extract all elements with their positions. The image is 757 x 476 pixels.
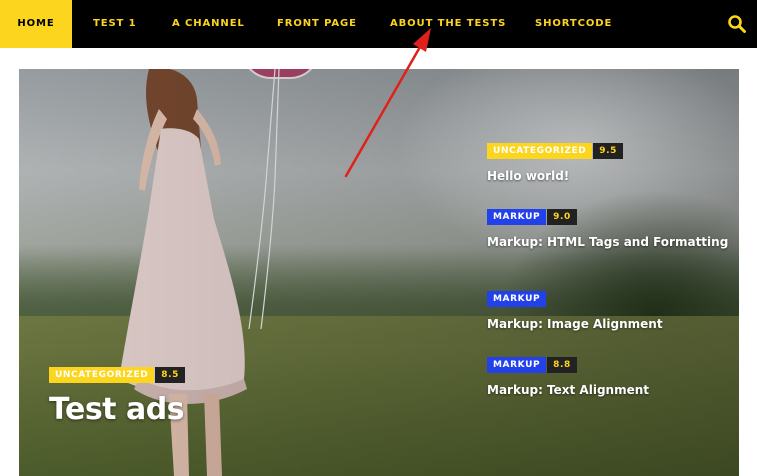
score-badge: 9.5: [593, 143, 624, 159]
featured-post[interactable]: UNCATEGORIZED 8.5 Test ads: [49, 367, 186, 427]
nav-item-about-the-tests[interactable]: ABOUT THE TESTS: [390, 0, 506, 48]
nav-item-test-1[interactable]: TEST 1: [93, 0, 137, 48]
post-title[interactable]: Markup: Image Alignment: [487, 316, 737, 332]
nav-item-shortcode[interactable]: SHORTCODE: [535, 0, 612, 48]
category-badge[interactable]: MARKUP: [487, 291, 547, 307]
post-title[interactable]: Hello world!: [487, 168, 737, 184]
featured-hero-image[interactable]: UNCATEGORIZED 8.5 Test ads UNCATEGORIZED 9…: [19, 69, 739, 476]
search-button[interactable]: [727, 14, 747, 34]
list-item[interactable]: MARKUP 8.8 Markup: Text Alignment: [487, 357, 737, 398]
category-badge[interactable]: MARKUP: [487, 209, 547, 225]
nav-item-front-page[interactable]: FRONT PAGE: [277, 0, 357, 48]
nav-item-home[interactable]: HOME: [0, 0, 72, 48]
post-title[interactable]: Markup: Text Alignment: [487, 382, 737, 398]
list-item[interactable]: MARKUP 9.0 Markup: HTML Tags and Formatti…: [487, 209, 737, 250]
category-badge[interactable]: UNCATEGORIZED: [487, 143, 593, 159]
category-badge[interactable]: MARKUP: [487, 357, 547, 373]
list-item[interactable]: UNCATEGORIZED 9.5 Hello world!: [487, 143, 737, 184]
score-badge: 8.5: [155, 367, 186, 383]
post-title[interactable]: Markup: HTML Tags and Formatting: [487, 234, 737, 250]
score-badge: 8.8: [547, 357, 577, 373]
nav-item-a-channel[interactable]: A CHANNEL: [172, 0, 245, 48]
featured-post-title[interactable]: Test ads: [49, 392, 185, 427]
score-badge: 9.0: [547, 209, 577, 225]
top-navigation-bar: HOME TEST 1 A CHANNEL FRONT PAGE ABOUT T…: [0, 0, 757, 48]
search-icon: [728, 15, 746, 33]
list-item[interactable]: MARKUP Markup: Image Alignment: [487, 291, 737, 332]
category-badge[interactable]: UNCATEGORIZED: [49, 367, 155, 383]
